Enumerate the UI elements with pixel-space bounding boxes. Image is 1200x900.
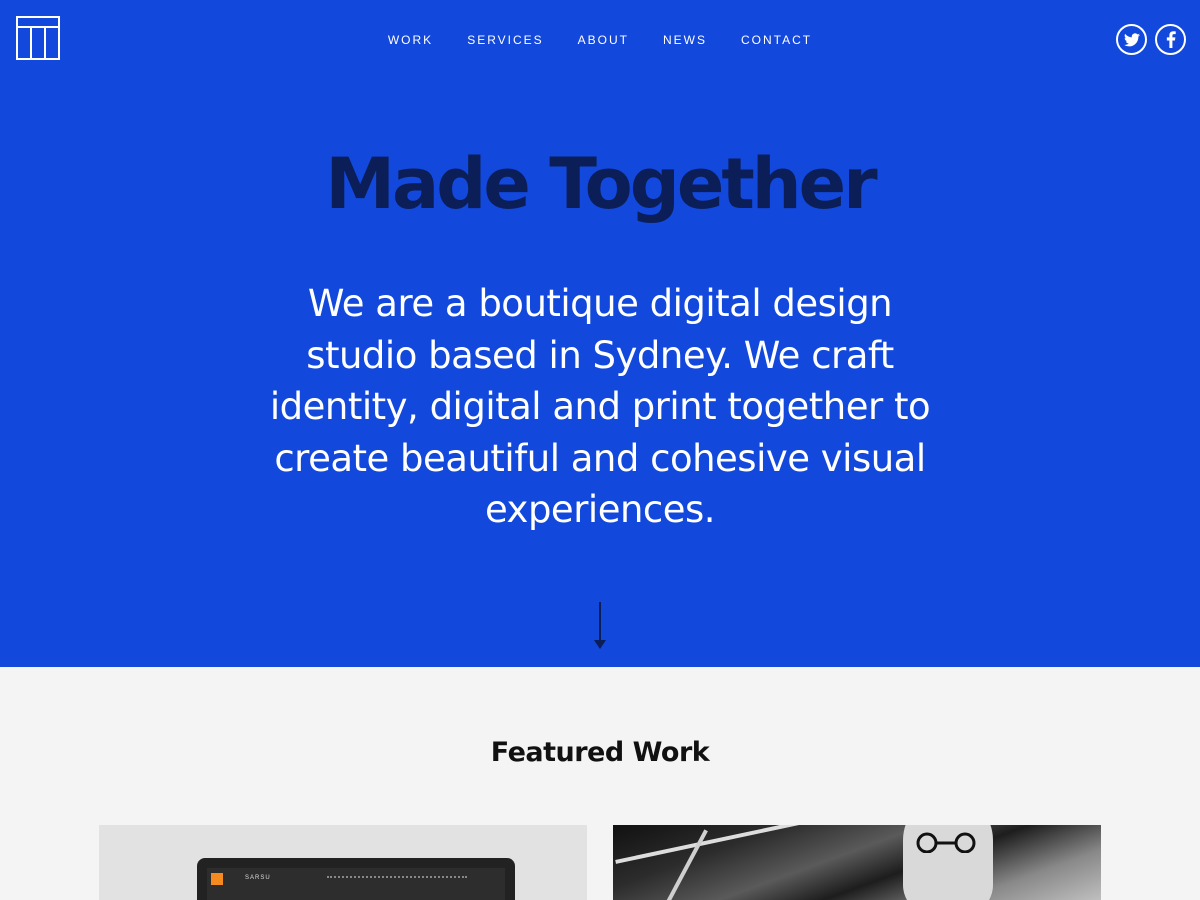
twitter-icon[interactable] — [1116, 24, 1147, 55]
laptop-menu — [327, 876, 467, 878]
glasses-icon — [916, 832, 976, 853]
nav-item-contact[interactable]: CONTACT — [724, 33, 829, 47]
nav-item-work[interactable]: WORK — [371, 33, 450, 47]
nav-item-news[interactable]: NEWS — [646, 33, 724, 47]
work-card-portrait[interactable] — [613, 825, 1101, 900]
laptop-brand-text: SARSU — [245, 875, 271, 881]
laptop-screen: SARSU — [207, 868, 505, 900]
hero-headline: Made Together — [325, 143, 877, 225]
nav-item-about[interactable]: ABOUT — [561, 33, 646, 47]
laptop-mockup: SARSU — [197, 858, 515, 900]
main-nav: WORK SERVICES ABOUT NEWS CONTACT — [0, 33, 1200, 47]
sarsu-logo-icon — [211, 873, 223, 885]
arrow-down-icon[interactable] — [593, 602, 607, 650]
facebook-icon[interactable] — [1155, 24, 1186, 55]
work-card-sarsu[interactable]: SARSU — [99, 825, 587, 900]
nav-item-services[interactable]: SERVICES — [450, 33, 560, 47]
hero-intro: We are a boutique digital design studio … — [269, 282, 931, 531]
hero-section: WORK SERVICES ABOUT NEWS CONTACT Made To… — [0, 0, 1200, 667]
featured-work-title: Featured Work — [490, 737, 710, 768]
social-links — [1116, 24, 1186, 55]
